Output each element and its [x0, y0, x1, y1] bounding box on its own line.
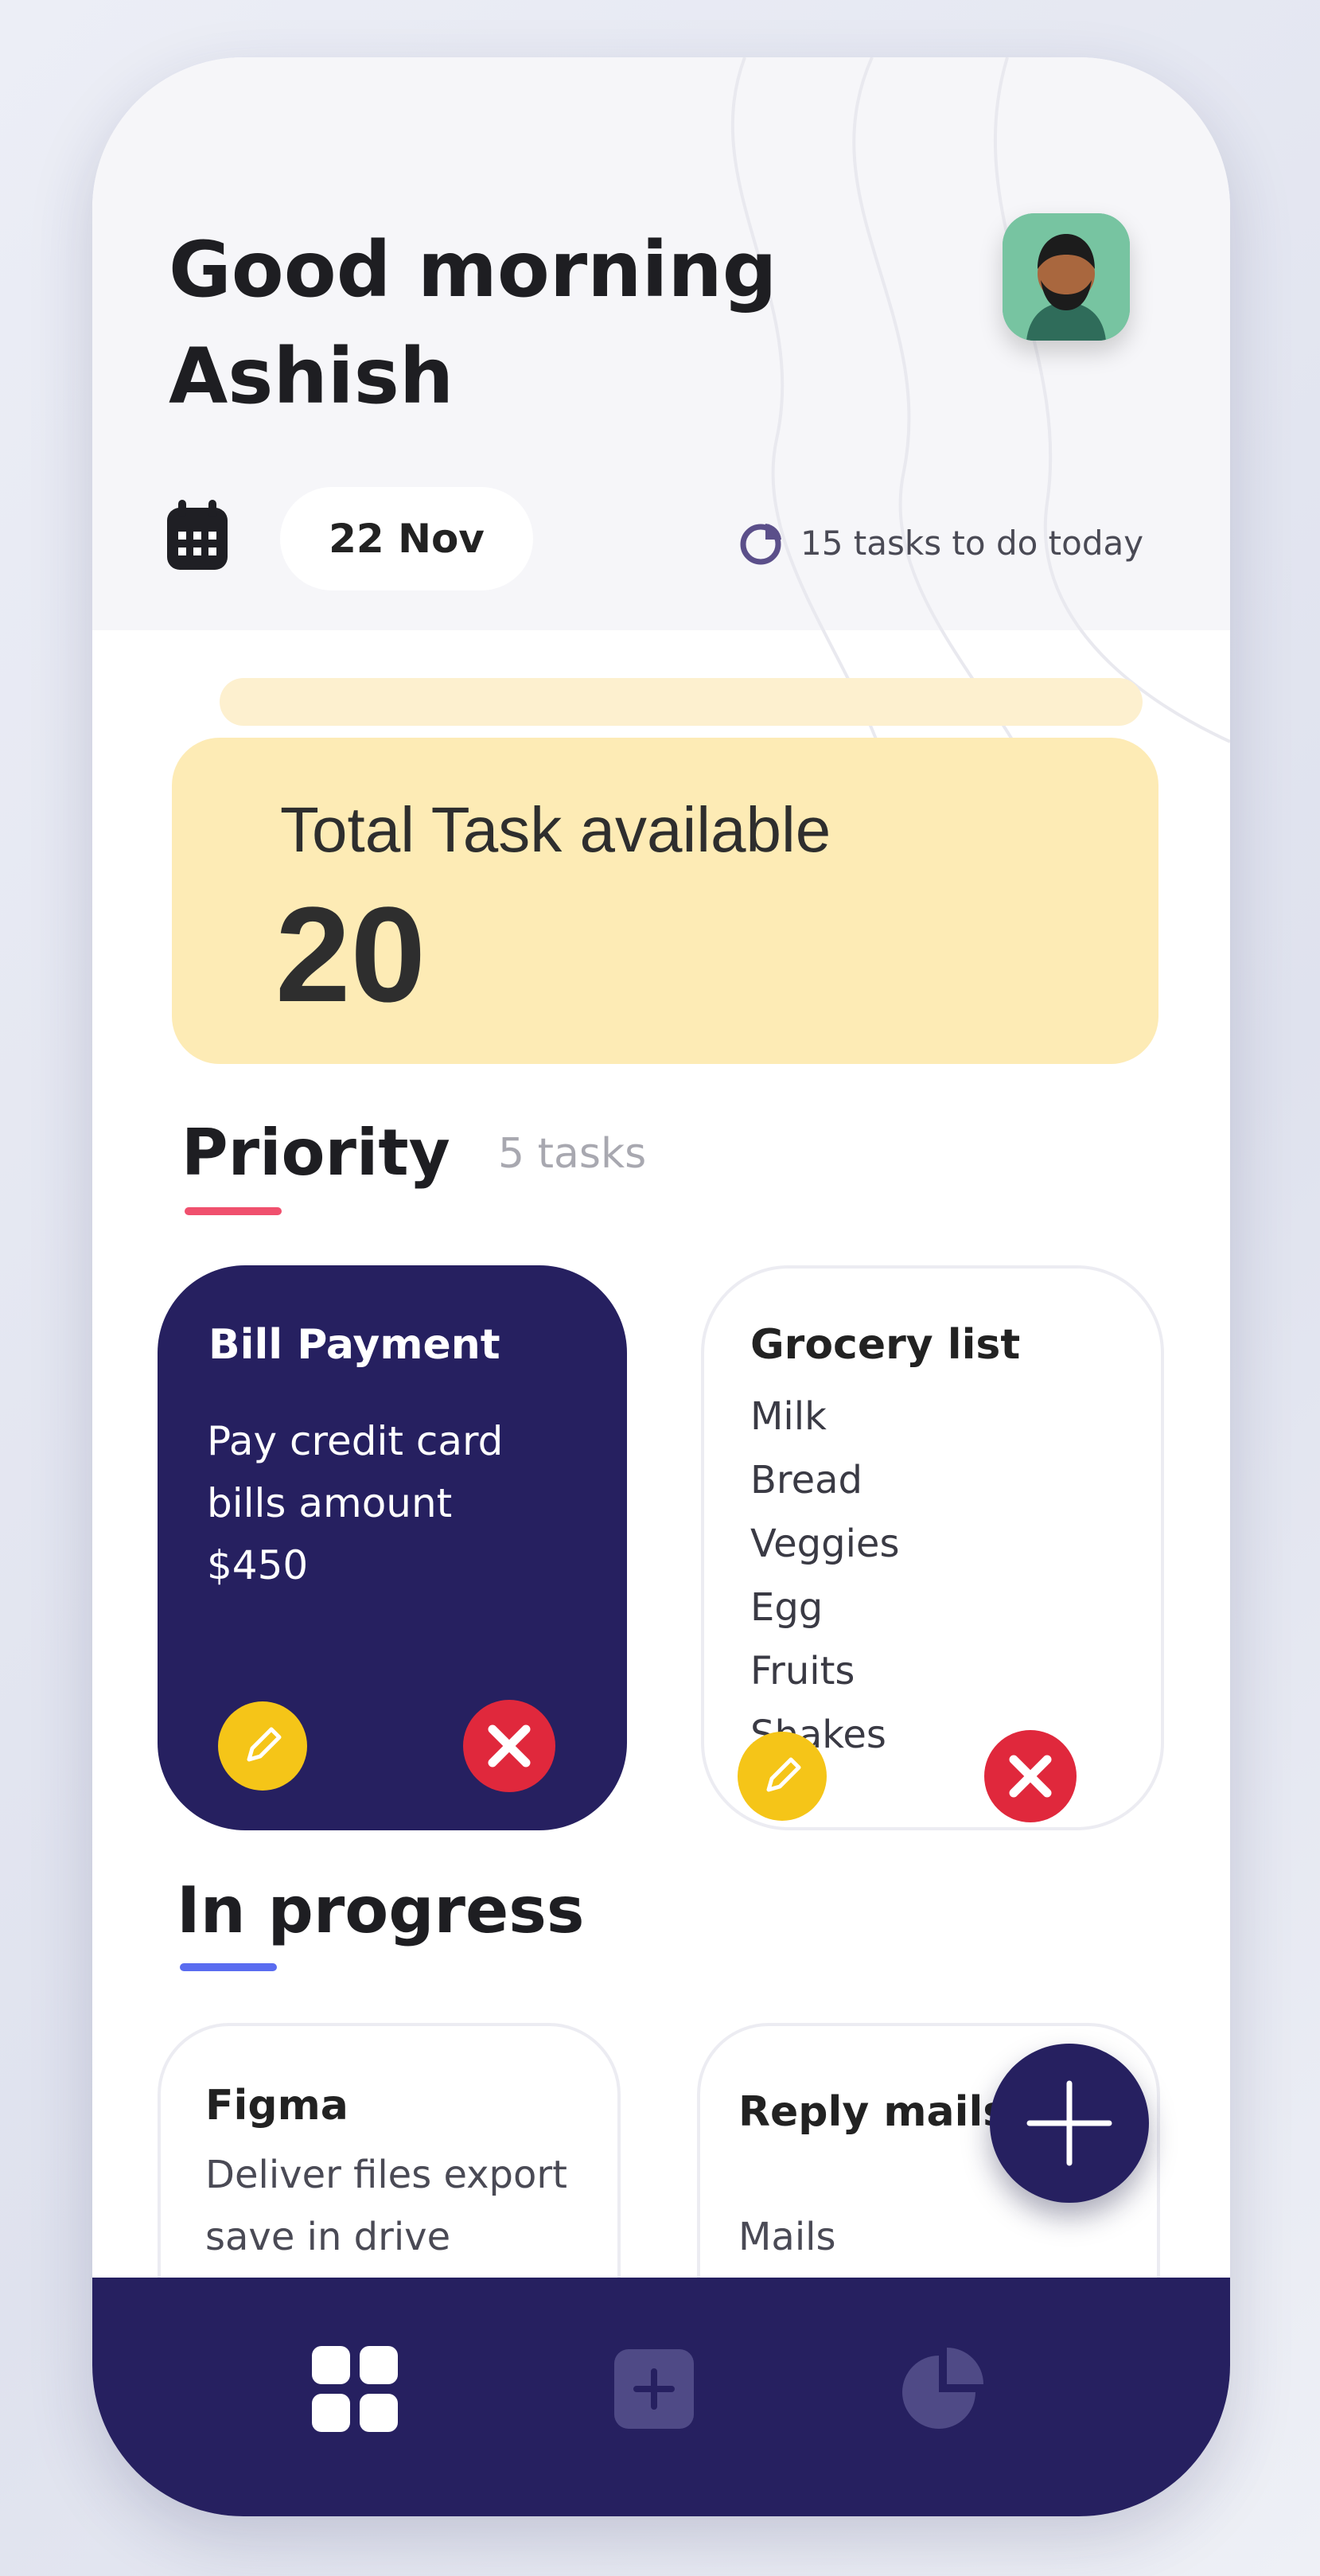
priority-card-grocery-list[interactable]: Grocery list Milk Bread Veggies Egg Frui… [701, 1265, 1164, 1830]
card-description: Deliver files export save in drive [205, 2144, 567, 2268]
card-title: Reply mails [738, 2088, 1008, 2136]
card-description: Pay credit card bills amount $450 [207, 1410, 503, 1596]
edit-button[interactable] [218, 1701, 307, 1791]
edit-button[interactable] [738, 1732, 827, 1821]
priority-count: 5 tasks [498, 1130, 647, 1178]
plus-icon [1026, 2080, 1112, 2166]
phone-screen: Good morning Ashish 22 Nov 15 tasks to d… [92, 57, 1230, 2516]
list-item: Bread [750, 1458, 863, 1502]
pencil-icon [766, 1757, 801, 1792]
card-title: Grocery list [750, 1321, 1021, 1369]
total-task-card: Total Task available 20 [172, 738, 1158, 1064]
list-item: Fruits [750, 1649, 855, 1693]
card-title: Figma [205, 2082, 348, 2130]
card-description: Mails [738, 2206, 836, 2268]
greeting: Good morning Ashish [169, 216, 885, 430]
description-line: bills amount [207, 1480, 453, 1526]
tasks-today: 15 tasks to do today [737, 511, 1198, 575]
add-task-button[interactable] [990, 2044, 1149, 2203]
list-item: Veggies [750, 1522, 900, 1566]
priority-title: Priority [181, 1116, 450, 1190]
priority-card-bill-payment[interactable]: Bill Payment Pay credit card bills amoun… [158, 1265, 627, 1830]
description-line: Mails [738, 2215, 836, 2259]
close-icon [1009, 1755, 1052, 1798]
delete-button[interactable] [463, 1700, 555, 1792]
total-task-label: Total Task available [280, 794, 831, 865]
description-line: Deliver files export [205, 2153, 567, 2197]
avatar-illustration [1003, 213, 1130, 341]
user-name: Ashish [169, 332, 454, 421]
bottom-nav [92, 2278, 1230, 2516]
summary-card-shadow [220, 678, 1143, 726]
description-line: $450 [207, 1542, 309, 1588]
greeting-line-1: Good morning [169, 225, 777, 314]
pie-chart-icon[interactable] [896, 2341, 991, 2437]
in-progress-underline [180, 1963, 277, 1971]
tasks-today-label: 15 tasks to do today [800, 523, 1144, 563]
description-line: Pay credit card [207, 1418, 504, 1464]
in-progress-title: In progress [177, 1873, 585, 1947]
calendar-icon[interactable] [164, 500, 231, 573]
grocery-items: Milk Bread Veggies Egg Fruits Shakes [750, 1385, 899, 1767]
pencil-icon [247, 1727, 282, 1762]
date-pill[interactable]: 22 Nov [280, 487, 533, 590]
close-icon [488, 1724, 531, 1767]
add-square-icon[interactable] [606, 2341, 702, 2437]
card-title: Bill Payment [208, 1321, 500, 1369]
list-item: Egg [750, 1585, 824, 1630]
description-line: save in drive [205, 2215, 451, 2259]
priority-underline [185, 1207, 282, 1215]
pie-chart-icon [740, 524, 781, 565]
total-task-value: 20 [275, 879, 426, 1031]
grid-icon[interactable] [307, 2341, 403, 2437]
delete-button[interactable] [984, 1730, 1077, 1822]
list-item: Milk [750, 1394, 827, 1439]
avatar[interactable] [1003, 213, 1130, 341]
